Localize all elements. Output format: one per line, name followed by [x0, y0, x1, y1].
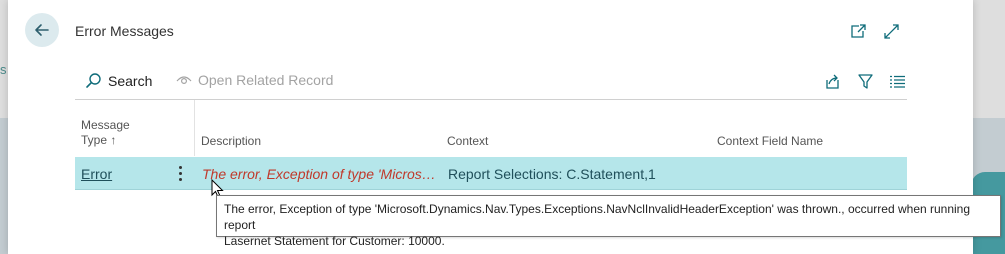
row-menu-icon[interactable]: [173, 162, 187, 184]
open-new-window-icon[interactable]: [849, 22, 867, 40]
column-header-message-type[interactable]: Message Type ↑: [81, 118, 130, 148]
page-title: Error Messages: [75, 23, 174, 39]
column-header-message-type-line2: Type ↑: [81, 133, 117, 147]
tooltip-line-1: The error, Exception of type 'Microsoft.…: [224, 202, 971, 232]
description-tooltip: The error, Exception of type 'Microsoft.…: [216, 195, 1001, 248]
filter-icon[interactable]: [855, 71, 875, 91]
search-icon: [86, 73, 101, 88]
column-header-context-field-name[interactable]: Context Field Name: [717, 134, 823, 149]
context-cell: Report Selections: C.Statement,1: [448, 166, 656, 182]
tooltip-line-2: Lasernet Statement for Customer: 10000.: [224, 234, 445, 248]
search-button[interactable]: Search: [85, 72, 152, 89]
list-view-icon[interactable]: [887, 71, 907, 91]
description-cell[interactable]: The error, Exception of type 'Microsoft.…: [202, 166, 442, 182]
open-related-record-button[interactable]: Open Related Record: [176, 72, 333, 88]
search-label: Search: [108, 72, 153, 89]
expand-icon[interactable]: [882, 22, 900, 40]
column-header-description[interactable]: Description: [201, 134, 261, 149]
back-button[interactable]: [25, 13, 59, 47]
share-icon[interactable]: [822, 71, 842, 91]
background-text: s: [0, 62, 7, 77]
column-header-message-type-line1: Message: [81, 118, 130, 132]
arrow-left-icon: [35, 24, 49, 36]
eye-icon: [176, 76, 192, 85]
action-bar: Search Open Related Record: [75, 64, 907, 100]
table-row[interactable]: Error The error, Exception of type 'Micr…: [75, 157, 907, 190]
message-type-link[interactable]: Error: [81, 166, 112, 182]
column-divider: [194, 100, 195, 156]
column-header-context[interactable]: Context: [447, 134, 488, 149]
open-related-record-label: Open Related Record: [198, 72, 334, 88]
